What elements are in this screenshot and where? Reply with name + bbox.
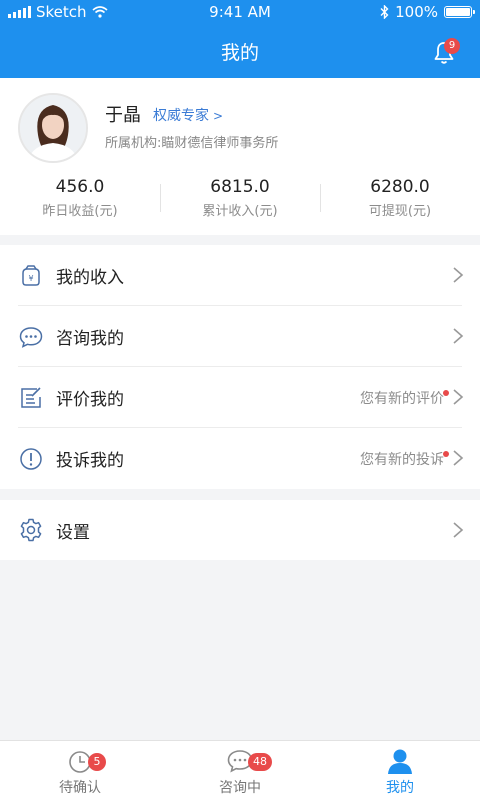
notification-badge: 9 [444,38,460,54]
tab-mine[interactable]: 我的 [320,741,480,800]
stat-label: 昨日收益(元) [42,204,118,219]
stat-label: 累计收入(元) [202,204,278,219]
chevron-right-icon [453,267,464,283]
battery-icon [444,6,475,18]
stat-value: 6815.0 [210,177,270,197]
stat-total-income[interactable]: 6815.0 累计收入(元) [160,176,320,224]
review-icon [18,385,44,411]
profile-card: 于晶 权威专家 > 所属机构:瞄财德信律师事务所 456.0 昨日收益(元) 68… [0,78,480,235]
menu-item-complaints[interactable]: 投诉我的 您有新的投诉 [0,428,480,489]
stat-value: 456.0 [55,177,105,197]
stat-value: 6280.0 [370,177,430,197]
menu-item-reviews[interactable]: 评价我的 您有新的评价 [0,367,480,428]
chat-icon [18,324,44,350]
bluetooth-icon [380,5,389,19]
page-title: 我的 [220,42,259,64]
tab-consulting[interactable]: 咨询中 48 [160,741,320,800]
new-complaint-hint: 您有新的投诉 [360,451,444,468]
profile-role-link[interactable]: 权威专家 > [153,105,223,125]
chevron-right-icon [453,389,464,405]
new-review-hint: 您有新的评价 [360,390,444,407]
tab-pending[interactable]: 待确认 5 [0,741,160,800]
chevron-right-icon [453,450,464,466]
menu-label: 投诉我的 [56,451,124,471]
profile-organization: 所属机构:瞄财德信律师事务所 [105,136,279,151]
profile-name: 于晶 [105,105,141,126]
menu-label: 我的收入 [56,268,124,288]
tab-bar: 待确认 5 咨询中 48 我的 [0,740,480,800]
chevron-right-icon [453,328,464,344]
tab-label: 我的 [386,780,414,796]
menu-label: 咨询我的 [56,329,124,349]
alert-icon [18,446,44,472]
income-icon: ¥ [18,263,44,289]
user-icon [385,746,415,776]
battery-percent: 100% [395,3,438,21]
chevron-right-icon: > [213,109,224,123]
role-label: 权威专家 [153,108,209,124]
chevron-right-icon [453,522,464,538]
earnings-stats: 456.0 昨日收益(元) 6815.0 累计收入(元) 6280.0 可提现(… [0,176,480,224]
tab-badge: 5 [88,753,106,771]
svg-text:¥: ¥ [28,274,33,283]
menu-item-income[interactable]: ¥ 我的收入 [0,245,480,306]
stat-yesterday-earnings[interactable]: 456.0 昨日收益(元) [0,176,160,224]
gear-icon [18,517,44,543]
header: Sketch 9:41 AM 100% 我的 9 [0,0,480,78]
menu-label: 评价我的 [56,390,124,410]
settings-label: 设置 [56,522,90,543]
avatar[interactable] [18,93,88,163]
stat-withdrawable[interactable]: 6280.0 可提现(元) [320,176,480,224]
unread-dot [443,390,449,396]
stat-label: 可提现(元) [368,204,432,219]
menu-item-settings[interactable]: 设置 [0,500,480,560]
status-bar: Sketch 9:41 AM 100% [0,0,480,24]
tab-label: 咨询中 [219,780,261,796]
menu-item-consult[interactable]: 咨询我的 [0,306,480,367]
unread-dot [443,451,449,457]
menu-list: ¥ 我的收入 咨询我的 评价我的 您有新的评价 投诉我的 您有新的投诉 [0,245,480,489]
tab-label: 待确认 [59,780,101,796]
tab-badge: 48 [248,753,272,771]
